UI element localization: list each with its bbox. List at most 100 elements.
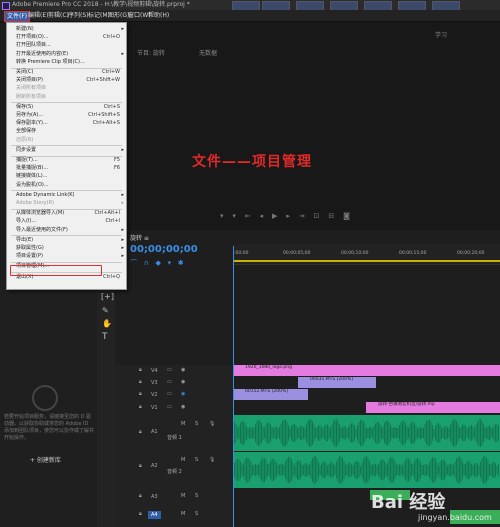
track-label: A2 [151,463,158,469]
lock-icon[interactable]: 🔒︎ [139,391,142,397]
menu-item[interactable]: 还原(R) [7,137,126,144]
timeline-timecode[interactable]: 00;00;00;00 [130,244,198,255]
menu-item[interactable]: 项目设置(P) ▸ [7,253,126,260]
menu-item[interactable]: 链接媒体(L)... [7,173,126,180]
menu-item[interactable]: Adobe Dynamic Link(K) ▸ [7,192,126,199]
menu-item[interactable]: 全部保存 [7,128,126,135]
menu-item[interactable]: 新建(N) ▸ [7,26,126,33]
pen-icon[interactable]: ✎ [102,306,109,315]
snap-icon[interactable]: ⌒ [130,259,137,267]
lock-icon[interactable]: 🔒︎ [139,404,142,410]
sync-icon[interactable]: ▭ [167,367,172,373]
clip-v3[interactable]: 00031.MTS [200%] [298,377,376,388]
menu-item[interactable]: 关闭所有项目 [7,85,126,92]
mark-in-icon[interactable]: ▾ [220,212,224,220]
hand-icon[interactable]: ✋ [102,319,112,328]
mute-button[interactable]: M [181,421,185,427]
sync-icon[interactable]: ▭ [167,404,172,410]
lock-icon[interactable]: 🔒︎ [139,463,142,469]
menu-item[interactable]: 关闭(C) Ctrl+W [7,69,126,76]
clip-v4[interactable]: 1920_1080_logo.png [233,365,500,376]
menu-item-shortcut: Ctrl+Shift+W [86,77,120,84]
menu-item[interactable]: 打开项目(O)... Ctrl+O [7,34,126,41]
lock-icon[interactable]: 🔒︎ [139,511,142,517]
lock-icon[interactable]: 🔒︎ [139,367,142,373]
menu-item[interactable]: 批量捕捉(B)... F6 [7,165,126,172]
mute-button[interactable]: M [181,493,185,499]
track-label[interactable]: A4 [148,511,161,519]
go-to-in-icon[interactable]: ⇤ [245,212,251,220]
ruler-tick: 00;00;20;00 [457,251,485,256]
menu-item[interactable]: 打开团队项目... [7,42,126,49]
step-back-icon[interactable]: ◂ [260,212,264,220]
submenu-arrow-icon: ▸ [121,50,124,57]
work-area-bar[interactable] [233,260,500,262]
menu-item[interactable]: 转换 Premiere Clip 项目(C)... [7,59,126,66]
menu-help[interactable]: 帮助(H) [146,11,171,20]
eye-icon[interactable]: ◉ [181,379,185,385]
solo-button[interactable]: S [195,493,198,499]
audio-clip-a2[interactable] [233,452,500,488]
menu-item[interactable]: 关闭项目(P) Ctrl+Shift+W [7,77,126,84]
menu-item-label: 还原(R) [16,136,34,143]
sequence-tab[interactable]: 旋转 ≡ [130,233,149,242]
marker-icon[interactable]: ▾ [168,259,172,267]
lock-icon[interactable]: 🔒︎ [139,379,142,385]
eye-icon[interactable]: ◉ [181,404,185,410]
menu-item[interactable]: 导入最近使用的文件(F) ▸ [7,227,126,234]
clip-v1[interactable]: 旋转-古镇港宏机位/旋转.mp [366,402,500,413]
camera-icon[interactable]: ◙ [343,212,350,220]
play-icon[interactable]: ▶ [272,212,277,220]
menu-item[interactable]: 同步设置 ▸ [7,147,126,154]
menu-item[interactable]: Adobe Story(R) ▸ [7,200,126,207]
menu-item[interactable]: 设为脱机(O)... [7,182,126,189]
lock-icon[interactable]: 🔒︎ [139,429,142,435]
solo-button[interactable]: S [195,421,198,427]
timeline-ruler[interactable]: :00;00 00;00;05;00 00;00;10;00 00;00;15;… [233,244,500,265]
solo-button[interactable]: S [195,457,198,463]
menu-item[interactable]: 捕捉(T)... F5 [7,157,126,164]
lock-icon[interactable]: 🔒︎ [139,493,142,499]
mute-button[interactable]: M [181,457,185,463]
workspace-learn[interactable]: 学习 [435,30,447,39]
mark-out-icon[interactable]: ▾ [232,212,236,220]
menu-item[interactable]: 获取属性(G) ▸ [7,245,126,252]
menu-item[interactable]: 刷新所有项目 [7,94,126,101]
menu-item-label: 刷新所有项目 [16,93,47,100]
lift-icon[interactable]: ⊡ [314,212,320,220]
type-tool-icon[interactable]: T [102,332,108,342]
eye-icon[interactable]: ◉ [181,367,185,373]
menu-item-label: 打开项目(O)... [16,34,49,41]
mute-button[interactable]: M [181,511,185,517]
eye-icon[interactable]: ◉ [181,391,185,397]
clip-v2[interactable]: 00152.MTS [200%] [233,389,308,400]
menu-item[interactable]: 从媒体浏览器导入(M) Ctrl+Alt+I [7,210,126,217]
extract-icon[interactable]: ⊟ [328,212,334,220]
track-a2: A2 音频 2 🔒︎ M S 🎙︎ [115,453,233,489]
menu-item[interactable]: 打开最近使用的内容(E) ▸ [7,51,126,58]
menu-item[interactable]: 保存(S) Ctrl+S [7,104,126,111]
solo-button[interactable]: S [195,511,198,517]
create-library-button[interactable]: + 创建新库 [30,455,61,464]
tab-program[interactable]: 节目: 旋转 [137,48,165,57]
mic-icon[interactable]: 🎙︎ [209,421,215,427]
wrench-icon[interactable]: ✱ [178,259,184,267]
add-marker-icon[interactable]: ◆ [156,259,161,267]
audio-clip-a1[interactable] [233,415,500,451]
ripple-edit-icon[interactable]: [+] [101,292,114,301]
linked-selection-icon[interactable]: ∩ [144,259,149,267]
tab-no-data[interactable]: 无数据 [199,48,217,57]
menu-item[interactable]: 导入(I)... Ctrl+I [7,218,126,225]
menu-item[interactable]: 另存为(A)... Ctrl+Shift+S [7,112,126,119]
menu-item[interactable]: 保存副本(Y)... Ctrl+Alt+S [7,120,126,127]
menu-item[interactable]: 导出(E) ▸ [7,237,126,244]
go-to-out-icon[interactable]: ⇥ [299,212,305,220]
step-forward-icon[interactable]: ▸ [286,212,290,220]
waveform-a1 [233,419,499,447]
sync-icon[interactable]: ▭ [167,391,172,397]
clip-name: 旋转-古镇港宏机位/旋转.mp [378,402,435,407]
menu-item-shortcut: Ctrl+Shift+S [88,112,120,118]
playhead[interactable] [233,246,234,527]
mic-icon[interactable]: 🎙︎ [209,457,215,463]
sync-icon[interactable]: ▭ [167,379,172,385]
